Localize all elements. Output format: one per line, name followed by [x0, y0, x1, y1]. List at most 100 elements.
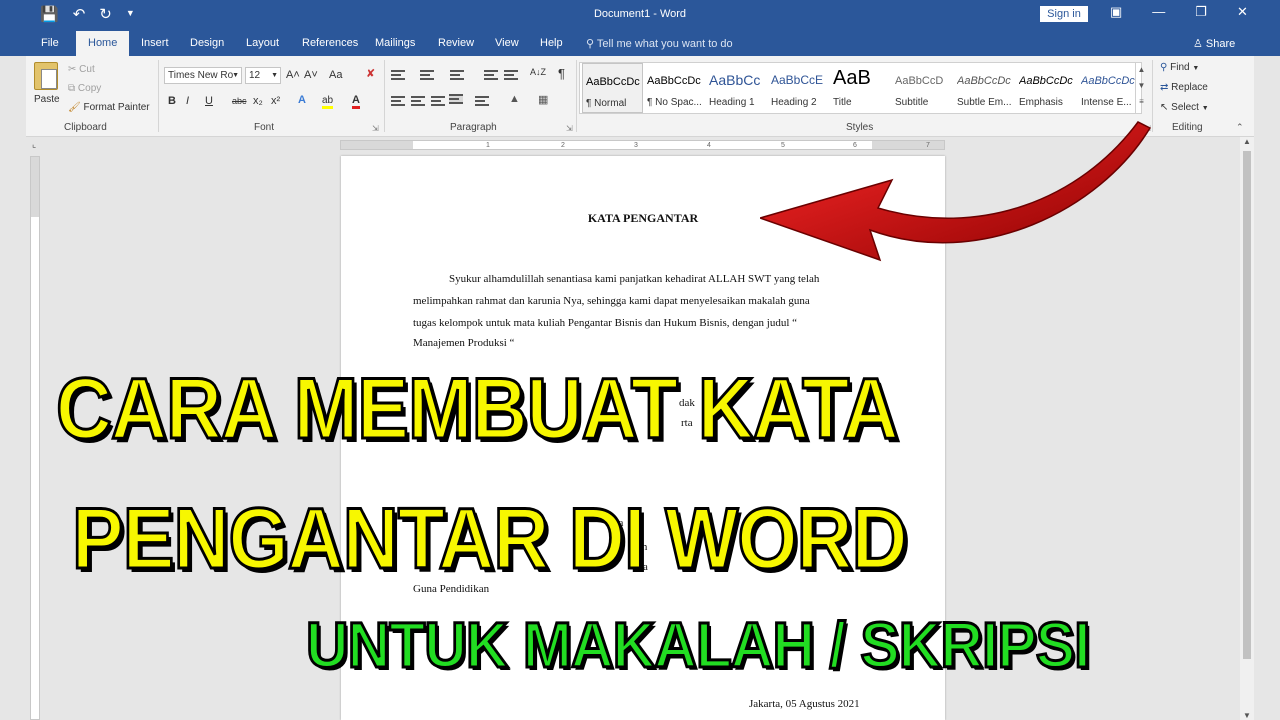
line-spacing-icon[interactable] [475, 96, 489, 106]
tab-design[interactable]: Design [190, 37, 224, 49]
shrink-font-button[interactable]: A˅ [304, 69, 318, 81]
replace-icon: ⇄ [1160, 82, 1172, 93]
style-heading-1[interactable]: AaBbCc Heading 1 [706, 63, 767, 113]
justify-icon[interactable] [449, 94, 463, 104]
separator [576, 60, 577, 132]
restore-icon[interactable]: ❐ [1195, 4, 1207, 20]
style-subtitle[interactable]: AaBbCcD Subtitle [892, 63, 953, 113]
grow-font-button[interactable]: A˄ [286, 69, 300, 81]
scrollbar-thumb[interactable] [1243, 151, 1251, 659]
subscript-button[interactable]: x₂ [253, 95, 263, 107]
signoff: Jakarta, 05 Agustus 2021 [749, 698, 860, 710]
share-button[interactable]: ♙ Share [1193, 37, 1235, 50]
italic-button[interactable]: I [186, 95, 189, 107]
vertical-scrollbar[interactable]: ▲ ▼ [1240, 137, 1254, 720]
bold-button[interactable]: B [168, 95, 176, 107]
style-no-spacing[interactable]: AaBbCcDc ¶ No Spac... [644, 63, 705, 113]
paste-button[interactable]: Paste [34, 94, 60, 105]
multilevel-list-icon[interactable] [450, 70, 464, 80]
dialog-launcher-icon[interactable]: ⇲ [566, 124, 573, 133]
shading-icon[interactable]: ▲ [509, 93, 520, 105]
borders-icon[interactable]: ▦ [538, 93, 548, 106]
brush-icon: 🖌 [68, 102, 84, 113]
text-effects-button[interactable]: A [298, 94, 306, 106]
highlight-button[interactable]: ab [322, 95, 334, 109]
increase-indent-icon[interactable] [504, 70, 518, 80]
tell-me-search[interactable]: ⚲ Tell me what you want to do [586, 37, 733, 50]
format-painter-button[interactable]: 🖌 Format Painter [68, 102, 150, 113]
ribbon-tabs: File Home Insert Design Layout Reference… [0, 29, 1280, 56]
chevron-down-icon: ▼ [1201, 105, 1209, 112]
cut-button[interactable]: ✂ Cut [68, 64, 95, 75]
sign-in-button[interactable]: Sign in [1040, 6, 1088, 22]
tab-view[interactable]: View [495, 37, 519, 49]
scroll-up-icon[interactable]: ▲ [1136, 62, 1147, 78]
document-title: Document1 - Word [593, 8, 687, 20]
collapse-ribbon-icon[interactable]: ⌃ [1236, 122, 1244, 133]
title-bar: 💾 ↶ ↻ ▼ Document1 - Word Sign in ▣ — ❐ ✕ [0, 0, 1280, 29]
cursor-icon: ↖ [1160, 102, 1172, 113]
tab-mailings[interactable]: Mailings [375, 37, 415, 49]
ribbon-display-icon[interactable]: ▣ [1110, 4, 1122, 20]
copy-button[interactable]: ⧉ Copy [68, 83, 101, 94]
right-margin-area [1254, 56, 1280, 720]
tab-review[interactable]: Review [438, 37, 474, 49]
scroll-up-icon[interactable]: ▲ [1243, 137, 1251, 146]
ruler-tick: 2 [561, 142, 565, 149]
align-right-icon[interactable] [431, 96, 445, 106]
superscript-button[interactable]: x² [271, 95, 280, 107]
red-arrow [760, 121, 1152, 262]
vertical-ruler[interactable] [30, 156, 40, 720]
bullets-icon[interactable] [391, 70, 405, 80]
ruler-tick: 4 [707, 142, 711, 149]
chevron-down-icon: ▼ [1192, 65, 1200, 72]
align-left-icon[interactable] [391, 96, 405, 106]
numbering-icon[interactable] [420, 70, 434, 80]
paste-icon[interactable] [34, 62, 58, 90]
style-subtle-emphasis[interactable]: AaBbCcDc Subtle Em... [954, 63, 1015, 113]
tab-layout[interactable]: Layout [246, 37, 279, 49]
replace-button[interactable]: ⇄ Replace [1160, 82, 1208, 93]
underline-button[interactable]: U [205, 95, 213, 107]
tab-home[interactable]: Home [76, 31, 130, 56]
scroll-down-icon[interactable]: ▼ [1136, 78, 1147, 94]
person-icon: ♙ [1193, 38, 1206, 50]
align-center-icon[interactable] [411, 96, 425, 106]
lightbulb-icon: ⚲ [586, 38, 597, 50]
font-group-label: Font [254, 122, 275, 133]
find-button[interactable]: ⚲ Find ▼ [1160, 62, 1199, 73]
style-title[interactable]: AaB Title [830, 63, 891, 113]
tab-insert[interactable]: Insert [141, 37, 169, 49]
style-heading-2[interactable]: AaBbCcE Heading 2 [768, 63, 829, 113]
paragraph-line: Manajemen Produksi “ [413, 337, 515, 349]
dialog-launcher-icon[interactable]: ⇲ [372, 124, 379, 133]
chevron-down-icon: ▼ [271, 72, 278, 79]
more-styles-icon[interactable]: ≡ [1136, 94, 1147, 110]
tab-file[interactable]: File [41, 37, 59, 49]
tab-selector-icon[interactable]: ⌞ [32, 139, 36, 150]
overlay-line-2: PENGANTAR DI WORD [71, 490, 909, 589]
sort-button[interactable]: A↓Z [530, 67, 546, 77]
close-icon[interactable]: ✕ [1237, 4, 1248, 20]
ruler-left-margin [341, 141, 413, 149]
strikethrough-button[interactable]: abc [232, 96, 247, 106]
change-case-button[interactable]: Aa [329, 69, 342, 81]
copy-icon: ⧉ [68, 83, 78, 94]
select-button[interactable]: ↖ Select ▼ [1160, 102, 1209, 113]
separator [384, 60, 385, 132]
font-size-select[interactable]: 12 ▼ [245, 67, 281, 84]
font-name-select[interactable]: Times New Ro ▼ [164, 67, 242, 84]
style-intense-emphasis[interactable]: AaBbCcDc Intense E... [1078, 63, 1139, 113]
minimize-icon[interactable]: — [1152, 4, 1165, 20]
show-marks-button[interactable]: ¶ [558, 66, 565, 81]
tab-help[interactable]: Help [540, 37, 563, 49]
decrease-indent-icon[interactable] [484, 70, 498, 80]
scroll-down-icon[interactable]: ▼ [1243, 711, 1251, 720]
style-emphasis[interactable]: AaBbCcDc Emphasis [1016, 63, 1077, 113]
paragraph-line: tugas kelompok untuk mata kuliah Pengant… [413, 317, 798, 329]
ruler-tick: 3 [634, 142, 638, 149]
clear-formatting-icon[interactable]: ✘ [366, 67, 375, 80]
font-color-button[interactable]: A [352, 94, 360, 109]
style-normal[interactable]: AaBbCcDc ¶ Normal [582, 63, 643, 113]
tab-references[interactable]: References [302, 37, 358, 49]
